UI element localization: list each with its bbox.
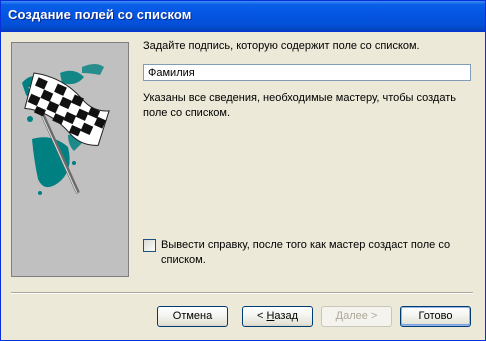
back-button[interactable]: < Назад xyxy=(242,306,313,327)
checkered-flag-image xyxy=(11,42,129,277)
wizard-window: Создание полей со списком Задайте подпис… xyxy=(0,0,486,341)
help-checkbox[interactable] xyxy=(143,239,156,252)
wizard-body: Задайте подпись, которую содержит поле с… xyxy=(4,32,482,337)
window-title: Создание полей со списком xyxy=(8,7,192,22)
cancel-button[interactable]: Отмена xyxy=(157,306,228,327)
back-rest: азад xyxy=(274,310,298,322)
completion-info: Указаны все сведения, необходимые мастер… xyxy=(143,92,456,119)
checkered-flag-icon xyxy=(22,64,110,195)
caption-prompt: Задайте подпись, которую содержит поле с… xyxy=(143,40,420,52)
next-button[interactable]: Далее > xyxy=(321,306,392,327)
help-checkbox-row[interactable]: Вывести справку, после того как мастер с… xyxy=(143,238,466,268)
help-checkbox-label[interactable]: Вывести справку, после того как мастер с… xyxy=(161,238,466,268)
button-divider xyxy=(11,292,473,294)
caption-input[interactable] xyxy=(143,64,471,81)
finish-button[interactable]: Готово xyxy=(400,306,471,327)
title-bar[interactable]: Создание полей со списком xyxy=(1,1,485,32)
